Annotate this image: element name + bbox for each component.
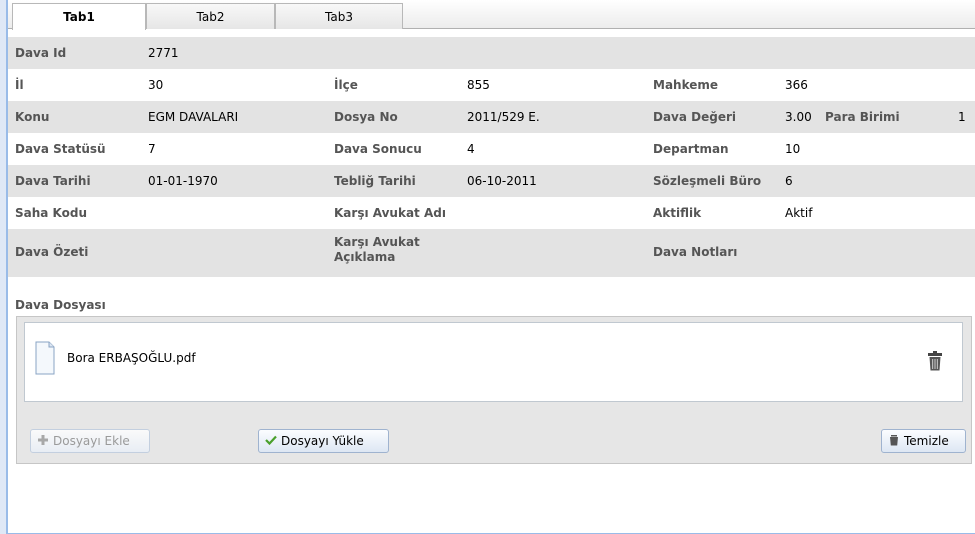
check-icon — [265, 435, 277, 446]
sozlesmeli-buro-value: 6 — [785, 174, 793, 188]
dava-notlari-label: Dava Notları — [653, 245, 738, 259]
file-list: Bora ERBAŞOĞLU.pdf — [24, 322, 963, 402]
konu-label: Konu — [15, 110, 50, 124]
tab-3[interactable]: Tab3 — [275, 3, 403, 29]
trash-icon — [890, 435, 898, 446]
row-konu: Konu EGM DAVALARI Dosya No 2011/529 E. D… — [8, 101, 975, 133]
sozlesmeli-buro-label: Sözleşmeli Büro — [653, 174, 762, 188]
dava-statusu-value: 7 — [148, 142, 156, 156]
dava-sonucu-label: Dava Sonucu — [334, 142, 422, 156]
clear-label: Temizle — [904, 434, 949, 448]
dava-statusu-label: Dava Statüsü — [15, 142, 106, 156]
dava-degeri-label: Dava Değeri — [653, 110, 737, 124]
tab-2[interactable]: Tab2 — [146, 3, 275, 29]
dosya-no-label: Dosya No — [334, 110, 398, 124]
dava-ozeti-label: Dava Özeti — [15, 245, 89, 259]
row-dava-ozeti: Dava Özeti Karşı Avukat Açıklama Dava Not… — [8, 229, 975, 277]
row-saha-kodu: Saha Kodu Karşı Avukat Adı Aktiflik Akti… — [8, 197, 975, 229]
clear-button[interactable]: Temizle — [881, 429, 966, 453]
dava-dosyasi-title: Dava Dosyası — [15, 298, 106, 312]
departman-label: Departman — [653, 142, 729, 156]
karsi-avukat-aciklama-label-line2: Açıklama — [334, 250, 396, 264]
dava-id-value: 2771 — [148, 46, 179, 60]
il-value: 30 — [148, 78, 164, 92]
row-dava-id: Dava Id 2771 — [8, 37, 975, 69]
ilce-label: İlçe — [334, 78, 358, 92]
row-il: İl 30 İlçe 855 Mahkeme 366 — [8, 69, 975, 101]
dava-tarihi-label: Dava Tarihi — [15, 174, 91, 188]
trash-icon[interactable] — [928, 351, 942, 371]
karsi-avukat-aciklama-label-line1: Karşı Avukat — [334, 235, 420, 249]
departman-value: 10 — [785, 142, 801, 156]
teblig-tarihi-value: 06-10-2011 — [467, 174, 537, 188]
tab-bar: Tab1 Tab2 Tab3 — [8, 0, 975, 30]
teblig-tarihi-label: Tebliğ Tarihi — [334, 174, 416, 188]
file-name: Bora ERBAŞOĞLU.pdf — [67, 351, 196, 365]
window-left-border — [0, 0, 7, 534]
dava-id-label: Dava Id — [15, 46, 67, 60]
tab-panel: Tab1 Tab2 Tab3 Dava Id 2771 İl 30 İlçe 8… — [7, 0, 975, 534]
saha-kodu-label: Saha Kodu — [15, 206, 88, 220]
karsi-avukat-aciklama-label: Karşı Avukat Açıklama — [334, 235, 420, 265]
aktiflik-value: Aktif — [785, 206, 813, 220]
dosya-no-value: 2011/529 E. — [467, 110, 540, 124]
il-label: İl — [15, 78, 24, 92]
row-dava-tarihi: Dava Tarihi 01-01-1970 Tebliğ Tarihi 06-… — [8, 165, 975, 197]
ilce-value: 855 — [467, 78, 490, 92]
dava-sonucu-value: 4 — [467, 142, 475, 156]
mahkeme-value: 366 — [785, 78, 808, 92]
plus-icon — [38, 435, 48, 445]
upload-file-button[interactable]: Dosyayı Yükle — [258, 429, 389, 453]
upload-file-label: Dosyayı Yükle — [281, 434, 364, 448]
para-birimi-label: Para Birimi — [825, 110, 900, 124]
karsi-avukat-adi-label: Karşı Avukat Adı — [334, 206, 446, 220]
para-birimi-value: 1 — [958, 110, 966, 124]
add-file-button[interactable]: Dosyayı Ekle — [30, 429, 150, 453]
aktiflik-label: Aktiflik — [653, 206, 702, 220]
row-dava-statusu: Dava Statüsü 7 Dava Sonucu 4 Departman 1… — [8, 133, 975, 165]
dava-detail-form: Dava Id 2771 İl 30 İlçe 855 Mahkeme 366 … — [8, 37, 975, 277]
document-icon — [35, 341, 55, 375]
mahkeme-label: Mahkeme — [653, 78, 719, 92]
konu-value: EGM DAVALARI — [148, 110, 239, 124]
add-file-label: Dosyayı Ekle — [53, 434, 130, 448]
tab-1[interactable]: Tab1 — [12, 3, 146, 30]
dava-degeri-value: 3.00 — [785, 110, 812, 124]
dava-tarihi-value: 01-01-1970 — [148, 174, 218, 188]
file-upload-panel: Bora ERBAŞOĞLU.pdf Dosyayı Ekle Dosyayı … — [16, 316, 972, 464]
